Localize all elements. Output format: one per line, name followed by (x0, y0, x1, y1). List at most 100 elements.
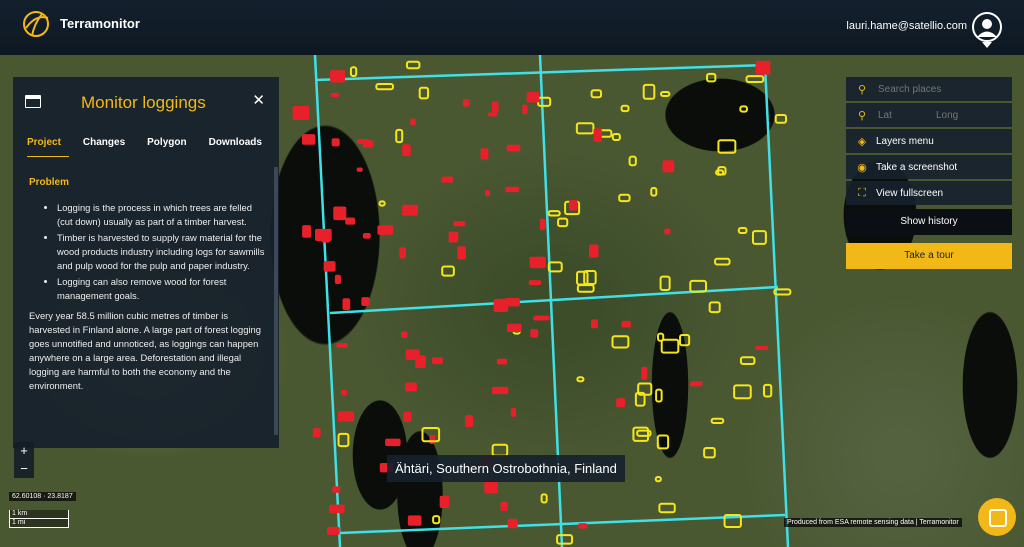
logging-polygon[interactable] (576, 270, 589, 286)
logging-polygon[interactable] (611, 132, 621, 141)
logging-polygon[interactable] (659, 91, 671, 98)
cleared-area-polygon[interactable] (457, 246, 466, 260)
logging-polygon[interactable] (575, 122, 595, 135)
cleared-area-polygon[interactable] (616, 398, 626, 408)
cleared-area-polygon[interactable] (593, 128, 602, 143)
logging-polygon[interactable] (557, 217, 569, 228)
cleared-area-polygon[interactable] (533, 315, 550, 321)
tab-downloads[interactable]: Downloads (209, 137, 270, 157)
cleared-area-polygon[interactable] (588, 244, 599, 258)
cleared-area-polygon[interactable] (492, 386, 509, 395)
cleared-area-polygon[interactable] (578, 523, 588, 529)
cleared-area-polygon[interactable] (690, 381, 703, 387)
cleared-area-polygon[interactable] (330, 70, 346, 83)
logging-polygon[interactable] (654, 476, 662, 483)
logging-polygon[interactable] (395, 128, 404, 144)
cleared-area-polygon[interactable] (403, 411, 412, 422)
cleared-area-polygon[interactable] (590, 319, 598, 329)
cleared-area-polygon[interactable] (345, 217, 356, 225)
logging-polygon[interactable] (620, 104, 630, 113)
logging-polygon[interactable] (739, 105, 748, 113)
logging-polygon[interactable] (432, 515, 441, 525)
show-history-button[interactable]: Show history (846, 209, 1012, 235)
cleared-area-polygon[interactable] (377, 225, 394, 235)
long-input[interactable] (934, 108, 990, 122)
cleared-area-polygon[interactable] (301, 134, 316, 145)
cleared-area-polygon[interactable] (338, 411, 355, 422)
logging-polygon[interactable] (658, 502, 676, 514)
cleared-area-polygon[interactable] (522, 104, 528, 115)
tab-changes[interactable]: Changes (83, 137, 133, 157)
cleared-area-polygon[interactable] (528, 280, 542, 286)
logging-polygon[interactable] (642, 83, 656, 100)
chat-support-icon[interactable] (978, 498, 1016, 536)
cleared-area-polygon[interactable] (569, 200, 578, 211)
logging-polygon[interactable] (590, 89, 603, 99)
logging-polygon[interactable] (618, 193, 631, 203)
cleared-area-polygon[interactable] (326, 526, 340, 535)
cleared-area-polygon[interactable] (399, 247, 406, 259)
cleared-area-polygon[interactable] (314, 228, 332, 242)
logging-polygon[interactable] (537, 96, 552, 107)
cleared-area-polygon[interactable] (332, 486, 341, 493)
cleared-area-polygon[interactable] (507, 323, 522, 333)
screenshot-button[interactable]: ◉ Take a screenshot (846, 155, 1012, 179)
cleared-area-polygon[interactable] (664, 228, 671, 235)
close-icon[interactable]: ✕ (252, 91, 265, 109)
cleared-area-polygon[interactable] (432, 357, 443, 365)
cleared-area-polygon[interactable] (507, 518, 518, 529)
cleared-area-polygon[interactable] (362, 140, 374, 148)
cleared-area-polygon[interactable] (755, 60, 771, 75)
logging-polygon[interactable] (405, 60, 421, 70)
cleared-area-polygon[interactable] (530, 329, 539, 338)
zoom-in-button[interactable]: + (14, 442, 34, 460)
cleared-area-polygon[interactable] (331, 138, 340, 147)
cleared-area-polygon[interactable] (453, 221, 466, 227)
logging-polygon[interactable] (660, 338, 680, 354)
logging-polygon[interactable] (717, 139, 737, 154)
user-menu-caret-icon[interactable] (982, 42, 992, 48)
logging-polygon[interactable] (763, 383, 773, 398)
logging-polygon[interactable] (547, 210, 561, 217)
logging-polygon[interactable] (378, 200, 386, 207)
cleared-area-polygon[interactable] (462, 99, 470, 107)
cleared-area-polygon[interactable] (330, 92, 340, 98)
cleared-area-polygon[interactable] (505, 186, 520, 193)
logging-polygon[interactable] (679, 333, 691, 347)
logging-polygon[interactable] (656, 434, 670, 450)
cleared-area-polygon[interactable] (526, 91, 540, 103)
logging-polygon[interactable] (576, 376, 585, 383)
logging-polygon[interactable] (583, 269, 597, 286)
logging-polygon[interactable] (418, 86, 430, 100)
logging-polygon[interactable] (774, 114, 788, 124)
logging-polygon[interactable] (349, 66, 358, 78)
cleared-area-polygon[interactable] (405, 382, 417, 392)
logging-polygon[interactable] (556, 534, 574, 545)
logging-polygon[interactable] (708, 301, 721, 314)
logging-polygon[interactable] (337, 432, 350, 448)
layers-menu-button[interactable]: ◈ Layers menu (846, 129, 1012, 153)
cleared-area-polygon[interactable] (302, 225, 312, 238)
cleared-area-polygon[interactable] (292, 106, 310, 120)
cleared-area-polygon[interactable] (641, 366, 648, 380)
cleared-area-polygon[interactable] (754, 345, 769, 351)
cleared-area-polygon[interactable] (662, 160, 675, 173)
cleared-area-polygon[interactable] (410, 118, 416, 126)
logging-polygon[interactable] (737, 226, 748, 235)
logging-polygon[interactable] (628, 155, 637, 167)
logging-polygon[interactable] (751, 230, 767, 245)
logging-polygon[interactable] (739, 356, 756, 366)
logging-polygon[interactable] (375, 83, 394, 91)
search-places[interactable]: ⚲ (846, 77, 1012, 101)
cleared-area-polygon[interactable] (439, 495, 450, 508)
take-tour-button[interactable]: Take a tour (846, 243, 1012, 269)
logging-polygon[interactable] (441, 265, 455, 277)
cleared-area-polygon[interactable] (529, 256, 546, 269)
cleared-area-polygon[interactable] (312, 428, 321, 438)
cleared-area-polygon[interactable] (336, 342, 348, 348)
logging-polygon[interactable] (733, 384, 752, 400)
cleared-area-polygon[interactable] (323, 261, 336, 272)
cleared-area-polygon[interactable] (341, 389, 348, 396)
logging-polygon[interactable] (650, 187, 658, 197)
cleared-area-polygon[interactable] (415, 355, 426, 368)
